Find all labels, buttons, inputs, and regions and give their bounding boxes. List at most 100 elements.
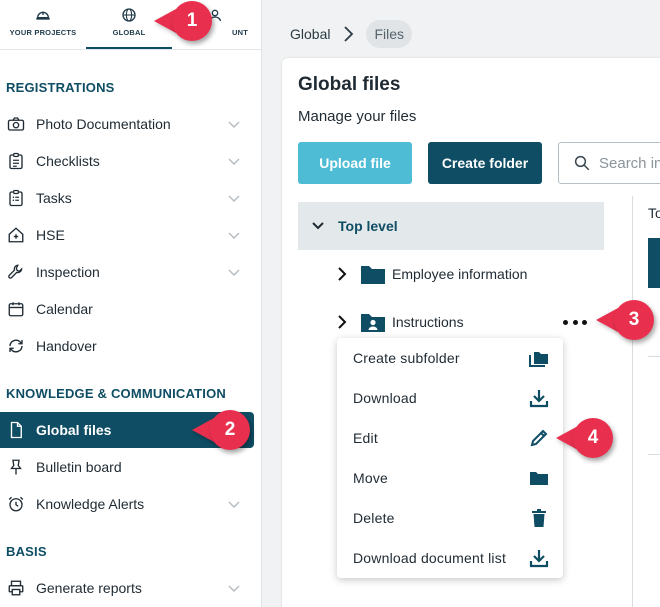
search-input[interactable] [599, 154, 660, 172]
right-column-bar [648, 238, 660, 288]
dot [563, 319, 568, 325]
context-menu: Create subfolder Download Edit Move Dele… [337, 338, 563, 578]
hardhat-icon [36, 11, 50, 20]
tree-folder-employee-information[interactable]: Employee information [336, 259, 527, 289]
sidebar-item-inspection[interactable]: Inspection [0, 254, 254, 290]
tree-folder-label: Instructions [392, 314, 464, 330]
breadcrumb-global[interactable]: Global [290, 26, 330, 42]
dot [572, 319, 578, 325]
tasks-icon [6, 188, 26, 208]
pencil-icon [530, 429, 548, 447]
nav-account-label: UNT [231, 28, 248, 37]
download-icon [529, 390, 549, 408]
folder-icon [530, 472, 548, 485]
chevron-down-icon [228, 121, 240, 128]
chevron-down-icon [228, 585, 240, 592]
tree-folder-label: Employee information [392, 266, 528, 282]
tree-folder-instructions[interactable]: Instructions [336, 307, 464, 337]
sidebar-item-label: Inspection [36, 264, 100, 280]
basis-title: BASIS [6, 544, 47, 559]
chevron-down-icon [228, 269, 240, 276]
chevron-down-icon [312, 222, 324, 230]
chevron-down-icon [228, 501, 240, 508]
menu-item-download-document-list[interactable]: Download document list [337, 538, 563, 578]
tree-top-level-label: Top level [338, 218, 398, 234]
sidebar-item-label: Global files [36, 422, 112, 438]
sidebar-item-generate-reports[interactable]: Generate reports [0, 570, 254, 606]
sidebar-item-calendar[interactable]: Calendar [0, 291, 254, 327]
menu-item-create-subfolder[interactable]: Create subfolder [337, 338, 563, 378]
sidebar: YOUR PROJECTS GLOBAL UNT REGISTRATIONS P… [0, 0, 262, 607]
sidebar-item-label: Handover [36, 338, 97, 354]
chevron-down-icon [228, 232, 240, 239]
right-column-line [648, 454, 660, 455]
nav-your-projects-label: YOUR PROJECTS [9, 28, 77, 37]
nav-global-label: GLOBAL [112, 28, 146, 37]
chevron-right-icon [338, 267, 347, 281]
page-subtitle: Manage your files [298, 108, 417, 125]
menu-item-label: Move [353, 470, 389, 486]
more-options-button[interactable] [563, 315, 587, 329]
house-plus-icon [6, 225, 26, 245]
create-folder-button[interactable]: Create folder [428, 142, 542, 184]
sidebar-item-handover[interactable]: Handover [0, 328, 254, 364]
checklist-icon [6, 151, 26, 171]
tree-top-level[interactable]: Top level [298, 202, 604, 250]
chevron-right-icon [338, 315, 347, 329]
sidebar-item-photo-documentation[interactable]: Photo Documentation [0, 106, 254, 142]
menu-item-edit[interactable]: Edit [337, 418, 563, 458]
nav-your-projects[interactable]: YOUR PROJECTS [0, 0, 86, 49]
page-title: Global files [298, 74, 401, 95]
sidebar-item-tasks[interactable]: Tasks [0, 180, 254, 216]
wrench-icon [6, 262, 26, 282]
menu-item-move[interactable]: Move [337, 458, 563, 498]
registrations-title: REGISTRATIONS [6, 80, 115, 95]
breadcrumb-files: Files [366, 20, 413, 48]
sidebar-item-label: Generate reports [36, 580, 142, 596]
sidebar-item-label: Checklists [36, 153, 100, 169]
top-nav: YOUR PROJECTS GLOBAL UNT [0, 0, 261, 50]
sidebar-item-label: Calendar [36, 301, 93, 317]
camera-icon [6, 114, 26, 134]
chevron-down-icon [228, 158, 240, 165]
callout-marker-2: 2 [210, 410, 250, 450]
right-column-header: To [648, 205, 660, 221]
menu-item-label: Delete [353, 510, 395, 526]
sidebar-item-hse[interactable]: HSE [0, 217, 254, 253]
menu-item-label: Edit [353, 430, 378, 446]
search-box [558, 142, 660, 184]
folders-icon [529, 352, 548, 367]
chevron-down-icon [228, 195, 240, 202]
sidebar-item-label: Bulletin board [36, 459, 122, 475]
globe-icon [122, 8, 136, 22]
menu-item-label: Download document list [353, 550, 507, 566]
right-column-line [648, 356, 660, 357]
folder-user-icon [361, 314, 385, 332]
sidebar-item-label: Tasks [36, 190, 72, 206]
sidebar-item-knowledge-alerts[interactable]: Knowledge Alerts [0, 486, 254, 522]
printer-icon [6, 578, 26, 598]
menu-item-download[interactable]: Download [337, 378, 563, 418]
search-icon [574, 155, 590, 171]
callout-marker-3: 3 [614, 300, 654, 340]
calendar-icon [6, 299, 26, 319]
breadcrumb: Global Files [290, 18, 413, 50]
menu-item-label: Download [353, 390, 417, 406]
sidebar-item-bulletin-board[interactable]: Bulletin board [0, 449, 254, 485]
sidebar-item-checklists[interactable]: Checklists [0, 143, 254, 179]
dot [582, 319, 587, 325]
menu-item-label: Create subfolder [353, 350, 460, 366]
pin-icon [6, 457, 26, 477]
chevron-right-icon [344, 26, 354, 42]
sidebar-item-label: Photo Documentation [36, 116, 171, 132]
trash-icon [532, 509, 546, 527]
knowledge-title: KNOWLEDGE & COMMUNICATION [6, 386, 226, 401]
callout-marker-1: 1 [172, 1, 212, 41]
file-icon [6, 420, 26, 440]
column-divider [632, 196, 633, 607]
menu-item-delete[interactable]: Delete [337, 498, 563, 538]
callout-marker-4: 4 [573, 418, 613, 458]
upload-file-button[interactable]: Upload file [298, 142, 412, 184]
folder-icon [361, 266, 385, 284]
sidebar-item-label: Knowledge Alerts [36, 496, 145, 512]
